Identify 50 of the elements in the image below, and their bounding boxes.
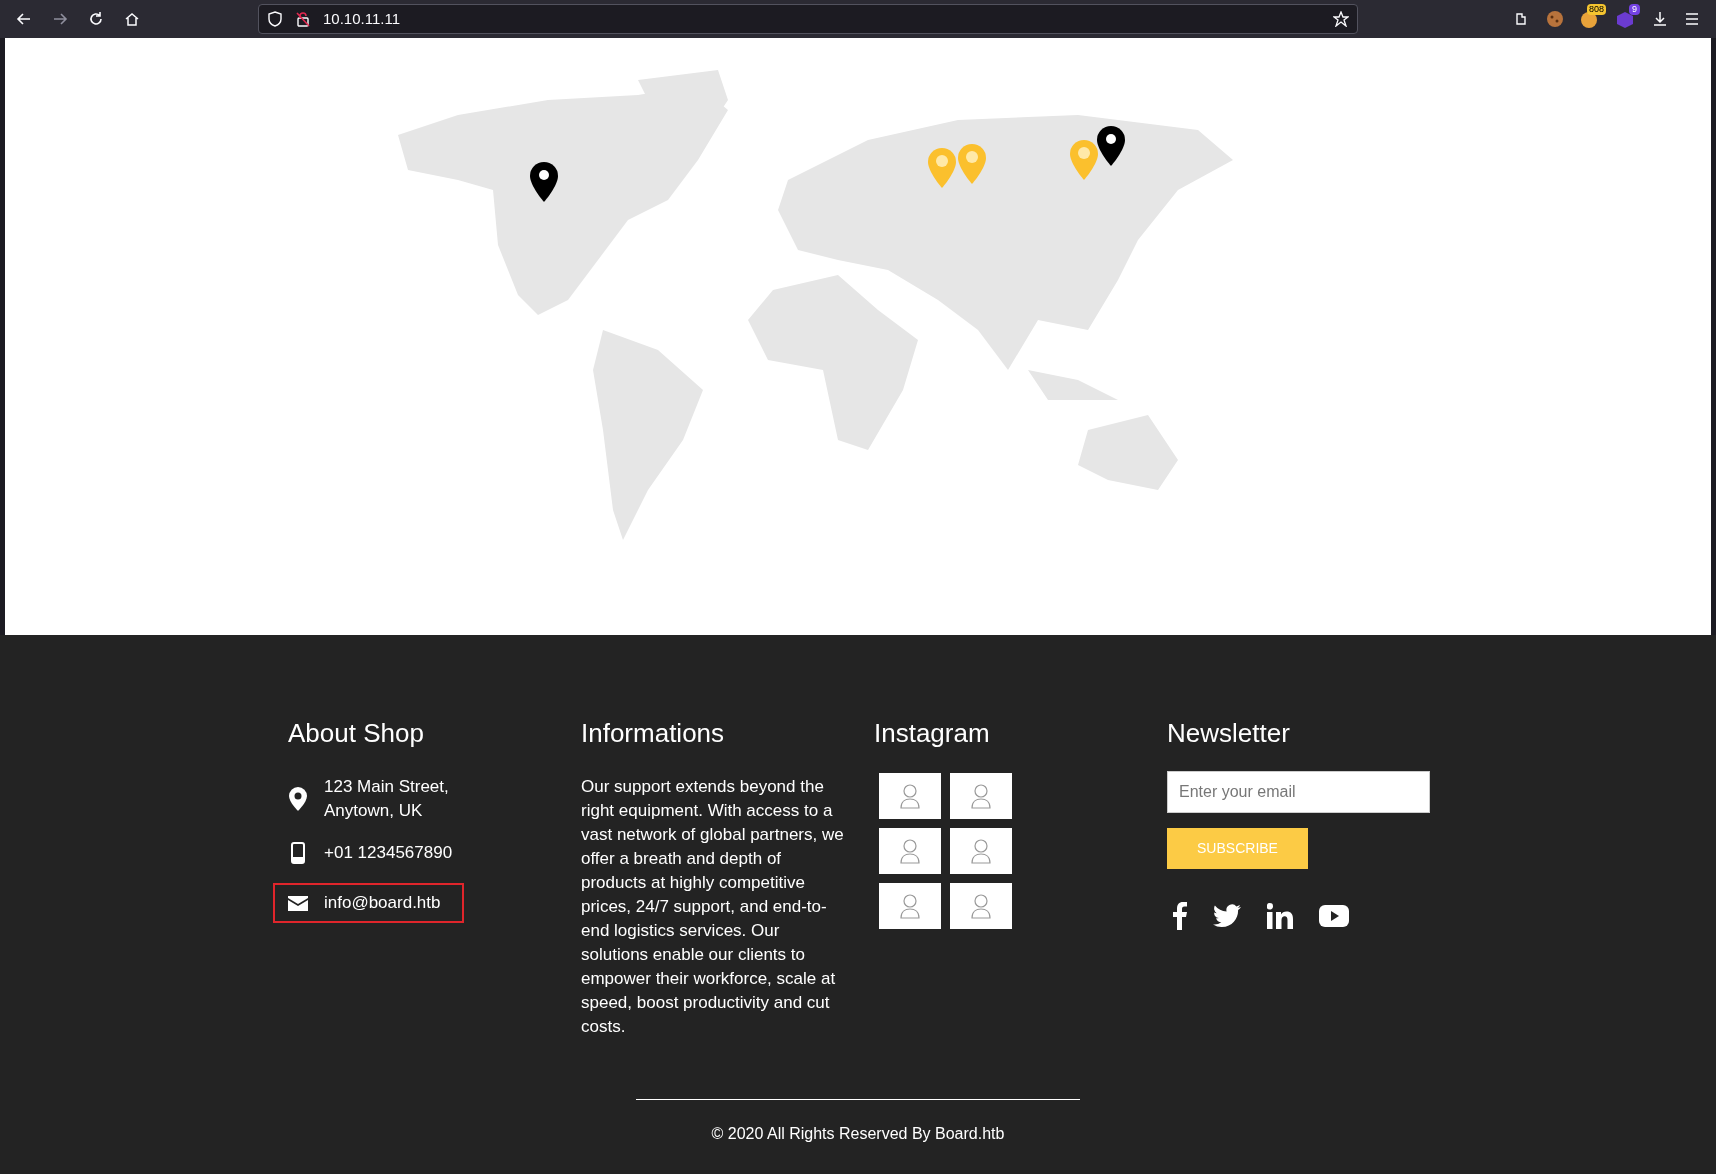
person-silhouette-icon bbox=[899, 893, 921, 919]
email-field[interactable]: Enter your email bbox=[1167, 771, 1430, 813]
column-heading: Newsletter bbox=[1167, 717, 1291, 749]
map-pin-icon bbox=[928, 148, 956, 188]
person-silhouette-icon bbox=[970, 893, 992, 919]
column-heading: About Shop bbox=[288, 717, 425, 749]
linkedin-icon[interactable] bbox=[1267, 903, 1293, 929]
map-pin-icon bbox=[1097, 126, 1125, 166]
extension-face-icon[interactable] bbox=[1580, 11, 1598, 29]
photo-thumbnail[interactable] bbox=[950, 773, 1012, 819]
bookmark-star-icon[interactable] bbox=[1333, 11, 1349, 27]
person-silhouette-icon bbox=[970, 838, 992, 864]
envelope-icon bbox=[288, 895, 308, 911]
url-text: 10.10.11.11 bbox=[323, 8, 401, 29]
info-paragraph: Our support extends beyond the right equipment. With access to a vast network of global partners, we offer a breath and depth of products at highly competitive prices, 24/7 support, and end-to-end logistics services. Our solutions enable our clients to empower their workforce, scale at speed, boost productivity and cut costs. bbox=[581, 776, 845, 1038]
photo-thumbnail[interactable] bbox=[879, 828, 941, 874]
extension-cube-icon[interactable] bbox=[1616, 11, 1634, 29]
copyright-text: © 2020 All Rights Reserved By Board.htb bbox=[710, 1124, 1006, 1144]
reload-icon[interactable] bbox=[88, 11, 104, 27]
twitter-icon[interactable] bbox=[1213, 904, 1241, 928]
person-silhouette-icon bbox=[970, 783, 992, 809]
email-link[interactable]: info@board.htb bbox=[324, 891, 441, 915]
photo-thumbnail[interactable] bbox=[950, 883, 1012, 929]
forward-icon[interactable] bbox=[52, 11, 68, 27]
photo-thumbnail[interactable] bbox=[879, 883, 941, 929]
youtube-icon[interactable] bbox=[1319, 905, 1349, 927]
column-heading: Informations bbox=[581, 717, 726, 749]
cookie-icon[interactable] bbox=[1546, 10, 1564, 28]
facebook-icon[interactable] bbox=[1173, 902, 1187, 930]
contact-text: +01 1234567890 bbox=[324, 842, 453, 864]
home-icon[interactable] bbox=[124, 11, 140, 27]
person-silhouette-icon bbox=[899, 838, 921, 864]
map-pin-icon bbox=[958, 144, 986, 184]
shield-icon bbox=[267, 11, 283, 27]
person-silhouette-icon bbox=[899, 783, 921, 809]
address-bar[interactable]: 10.10.11.11 bbox=[258, 4, 1358, 34]
extension-badge: 9 bbox=[1629, 4, 1640, 15]
download-icon[interactable] bbox=[1652, 11, 1668, 27]
back-icon[interactable] bbox=[16, 11, 32, 27]
photo-thumbnail[interactable] bbox=[879, 773, 941, 819]
insecure-lock-icon bbox=[295, 11, 311, 27]
column-heading: Instagram bbox=[874, 717, 991, 749]
contact-text: 123 Main Street, Anytown, UK bbox=[324, 776, 449, 822]
map-pin-icon bbox=[1070, 140, 1098, 180]
extension-badge: 808 bbox=[1586, 4, 1606, 15]
map-pin-icon bbox=[530, 162, 558, 202]
photo-thumbnail[interactable] bbox=[950, 828, 1012, 874]
location-pin-icon bbox=[288, 787, 308, 811]
mobile-phone-icon bbox=[288, 842, 308, 864]
menu-icon[interactable] bbox=[1684, 11, 1700, 27]
